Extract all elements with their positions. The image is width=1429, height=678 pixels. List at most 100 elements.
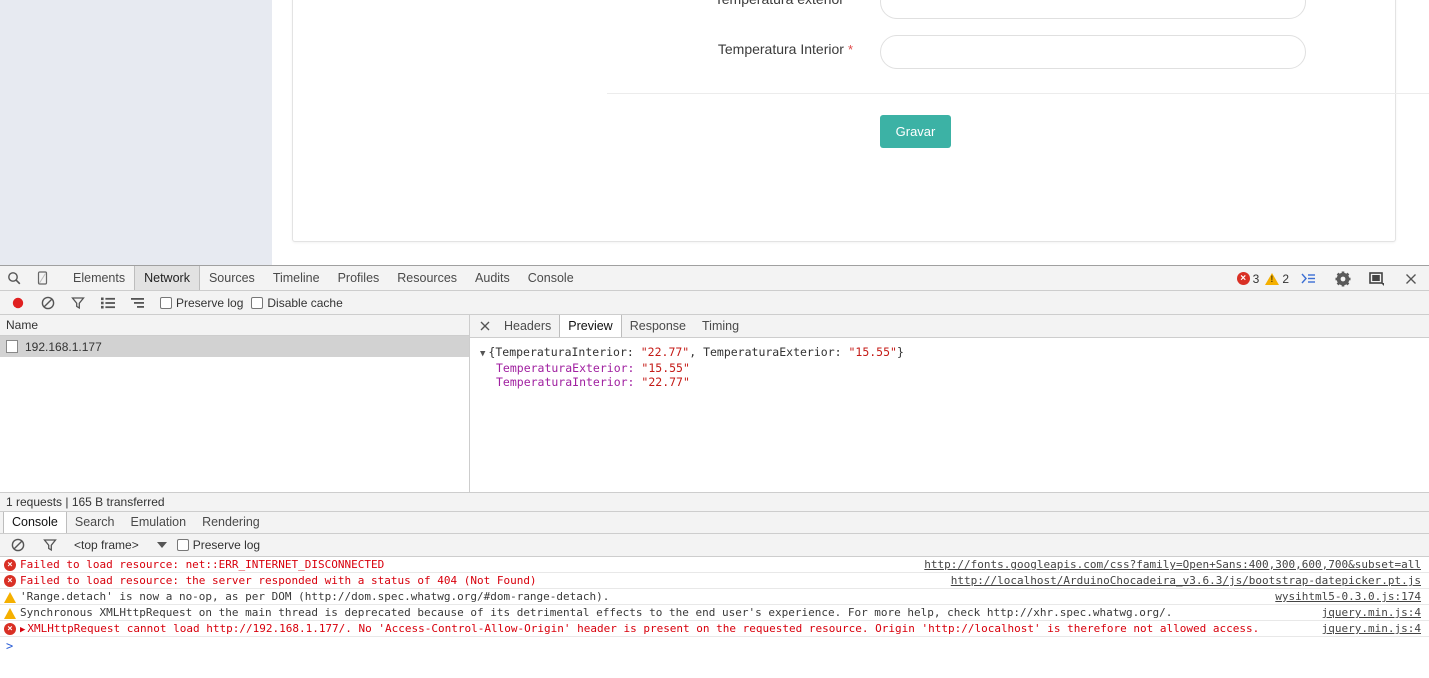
json-summary-row[interactable]: ▼ {TemperaturaInterior: "22.77", Temperat… (480, 345, 1429, 361)
console-input-prompt[interactable]: > (0, 637, 1429, 655)
detail-tab-preview[interactable]: Preview (559, 315, 622, 337)
disclosure-triangle-icon[interactable]: ▼ (480, 349, 485, 359)
detail-tab-response[interactable]: Response (622, 315, 694, 337)
error-icon: × (1236, 272, 1250, 285)
preserve-log-checkbox-network[interactable]: Preserve log (160, 296, 243, 310)
request-name: 192.168.1.177 (25, 339, 102, 354)
form-row-temperatura-interior: Temperatura Interior * (293, 35, 1306, 69)
tab-resources[interactable]: Resources (388, 266, 466, 290)
checkbox-box (176, 539, 189, 551)
drawer-tab-rendering[interactable]: Rendering (194, 512, 268, 533)
waterfall-icon[interactable] (124, 291, 152, 315)
detail-tab-headers[interactable]: Headers (496, 315, 559, 337)
console-message-source-link[interactable]: jquery.min.js:4 (1322, 621, 1421, 636)
close-devtools-icon[interactable] (1397, 267, 1425, 291)
drawer-tab-emulation[interactable]: Emulation (122, 512, 194, 533)
device-toolbar-icon[interactable] (28, 266, 56, 290)
tab-network[interactable]: Network (134, 266, 200, 290)
drawer-tabbar: Console Search Emulation Rendering (0, 512, 1429, 534)
settings-gear-icon[interactable] (1329, 267, 1357, 291)
frame-selector[interactable]: <top frame> (74, 538, 139, 552)
expand-message-triangle-icon[interactable]: ▶ (20, 625, 25, 635)
error-icon: × (4, 575, 16, 587)
tab-sources[interactable]: Sources (200, 266, 264, 290)
dock-position-icon[interactable] (1363, 267, 1391, 291)
json-summary-prefix: {TemperaturaInterior: (488, 345, 641, 359)
json-property-key: TemperaturaInterior: (496, 375, 635, 389)
network-request-row[interactable]: 192.168.1.177 (0, 336, 469, 357)
view-list-icon[interactable] (94, 291, 122, 315)
record-button[interactable] (4, 291, 32, 315)
devtools-panel: Elements Network Sources Timeline Profil… (0, 265, 1429, 678)
detail-tab-timing[interactable]: Timing (694, 315, 747, 337)
console-message-text: XMLHttpRequest cannot load http://192.16… (27, 622, 1260, 635)
network-summary-text: 1 requests | 165 B transferred (6, 495, 165, 509)
form-row-temperatura-exterior: Temperatura exterior * (293, 0, 1306, 19)
close-detail-icon[interactable] (474, 314, 496, 338)
network-column-header: Name (0, 315, 469, 336)
input-temperatura-exterior[interactable] (880, 0, 1306, 19)
column-header-name: Name (6, 318, 39, 332)
form-card: Temperatura exterior * Temperatura Interi… (292, 0, 1429, 242)
network-detail-tabbar: Headers Preview Response Timing (470, 315, 1429, 338)
console-message-list: × Failed to load resource: net::ERR_INTE… (0, 557, 1429, 655)
network-body: Name 192.168.1.177 Headers Preview Respo… (0, 315, 1429, 492)
console-message-text: Failed to load resource: the server resp… (20, 574, 537, 587)
drawer-tab-search[interactable]: Search (67, 512, 123, 533)
tab-audits[interactable]: Audits (466, 266, 519, 290)
json-property-value: "15.55" (641, 361, 690, 375)
filter-icon[interactable] (64, 291, 92, 315)
console-message[interactable]: Synchronous XMLHttpRequest on the main t… (0, 605, 1429, 621)
warning-icon (1265, 272, 1280, 285)
card-divider-middle (607, 93, 1429, 94)
devtools-main-tabbar: Elements Network Sources Timeline Profil… (0, 266, 1429, 291)
required-asterisk: * (848, 0, 853, 7)
console-message[interactable]: × ▶ XMLHttpRequest cannot load http://192… (0, 621, 1429, 637)
checkbox-box (251, 296, 264, 309)
drawer-tab-console[interactable]: Console (3, 512, 67, 533)
preserve-log-label: Preserve log (192, 538, 261, 552)
devtools-toolbar-right: × 3 2 (1236, 266, 1425, 291)
json-property-value: "22.77" (641, 375, 690, 389)
console-message[interactable]: × Failed to load resource: the server re… (0, 573, 1429, 589)
error-count-badge[interactable]: × 3 (1236, 272, 1259, 286)
label-text: Temperatura Interior (717, 41, 844, 57)
label-temperatura-interior: Temperatura Interior * (718, 41, 853, 57)
chevron-down-icon[interactable] (156, 542, 167, 548)
console-message[interactable]: × Failed to load resource: net::ERR_INTE… (0, 557, 1429, 573)
network-status-bar: 1 requests | 165 B transferred (0, 492, 1429, 512)
clear-console-icon[interactable] (4, 533, 32, 557)
console-message-source-link[interactable]: wysihtml5-0.3.0.js:174 (1275, 589, 1421, 604)
json-preview: ▼ {TemperaturaInterior: "22.77" , Temperat… (470, 338, 1429, 389)
console-message-source-link[interactable]: jquery.min.js:4 (1322, 605, 1421, 620)
error-icon: × (4, 559, 16, 571)
tab-elements[interactable]: Elements (64, 266, 134, 290)
search-icon[interactable] (0, 266, 28, 290)
input-temperatura-interior[interactable] (880, 35, 1306, 69)
tab-timeline[interactable]: Timeline (264, 266, 329, 290)
console-message-source-link[interactable]: http://fonts.googleapis.com/css?family=O… (924, 557, 1421, 572)
gravar-submit-button[interactable]: Gravar (880, 115, 951, 148)
tab-profiles[interactable]: Profiles (329, 266, 389, 290)
resource-type-icon (6, 340, 18, 353)
disable-cache-checkbox[interactable]: Disable cache (251, 296, 343, 310)
console-message-text: Synchronous XMLHttpRequest on the main t… (20, 606, 1173, 619)
clear-button[interactable] (34, 291, 62, 315)
console-message-source-link[interactable]: http://localhost/ArduinoChocadeira_v3.6.… (951, 573, 1421, 588)
label-temperatura-exterior: Temperatura exterior * (715, 0, 853, 7)
warning-icon (4, 608, 16, 619)
preserve-log-checkbox-console[interactable]: Preserve log (176, 538, 261, 552)
checkbox-box (160, 296, 172, 309)
network-detail-pane: Headers Preview Response Timing ▼ {Temper… (470, 315, 1429, 492)
page-left-rail (0, 0, 272, 265)
error-icon: × (4, 623, 16, 635)
tab-console[interactable]: Console (519, 266, 583, 290)
console-drawer-icon[interactable] (1295, 267, 1323, 291)
required-asterisk: * (847, 42, 853, 57)
console-message[interactable]: 'Range.detach' is now a no-op, as per DO… (0, 589, 1429, 605)
console-message-text: Failed to load resource: net::ERR_INTERN… (20, 558, 385, 571)
preserve-log-label: Preserve log (176, 295, 244, 310)
filter-console-icon[interactable] (36, 533, 64, 557)
warning-count-badge[interactable]: 2 (1265, 272, 1289, 286)
json-summary-middle: , TemperaturaExterior: (689, 345, 849, 359)
